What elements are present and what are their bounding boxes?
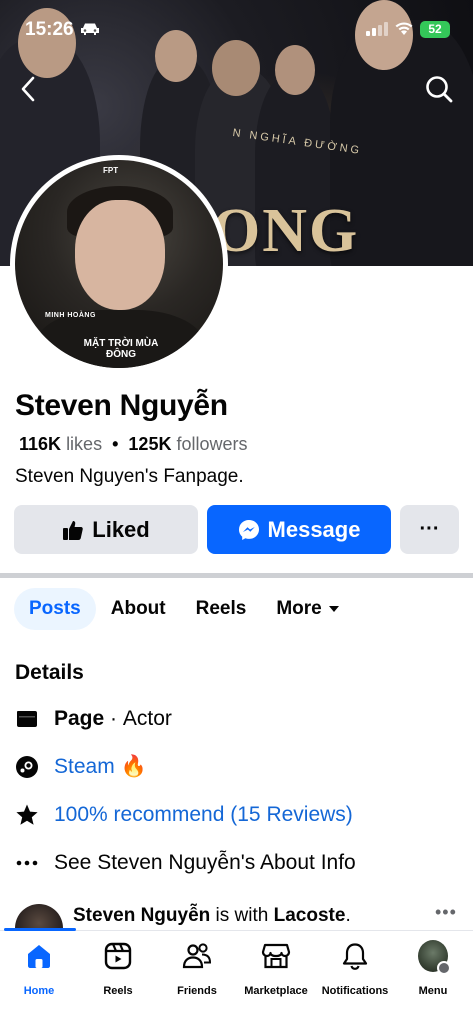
page-label: Page <box>54 707 105 730</box>
signal-icon <box>366 22 388 36</box>
post-header: Steven Nguyễn is with Lacoste. <box>73 905 351 927</box>
friends-icon <box>182 941 212 971</box>
more-options-icon: ··· <box>419 518 440 540</box>
nav-marketplace[interactable]: Marketplace <box>236 941 316 997</box>
profile-picture[interactable]: FPT MINH HOÀNG MẶT TRỜI MÙA ĐÔNG <box>10 155 228 373</box>
home-icon <box>24 941 54 971</box>
section-divider <box>0 573 473 578</box>
nav-label: Notifications <box>321 985 389 997</box>
stats-bullet: • <box>112 434 119 454</box>
nav-label: Friends <box>177 985 217 997</box>
nav-label: Menu <box>418 985 448 997</box>
tab-label: Reels <box>195 598 247 619</box>
thumbs-up-icon <box>63 520 84 540</box>
detail-steam[interactable]: Steam 🔥 <box>15 755 147 779</box>
nav-reels[interactable]: Reels <box>78 941 158 997</box>
menu-avatar-icon <box>418 940 451 975</box>
battery-indicator: 52 <box>420 21 450 38</box>
detail-recommend[interactable]: 100% recommend (15 Reviews) <box>15 803 353 827</box>
post-tagged[interactable]: Lacoste <box>274 905 346 926</box>
post-author[interactable]: Steven Nguyễn <box>73 905 210 926</box>
nav-notifications[interactable]: Notifications <box>315 941 395 997</box>
caret-down-icon <box>328 606 339 612</box>
active-tab-indicator <box>4 928 76 931</box>
messenger-icon <box>238 519 259 540</box>
liked-label: Liked <box>92 516 150 542</box>
tab-label: About <box>110 598 166 619</box>
tab-about[interactable]: About <box>96 588 181 630</box>
nav-label: Home <box>23 985 55 997</box>
tab-reels[interactable]: Reels <box>181 588 262 630</box>
avatar-caption-name: MINH HOÀNG <box>45 312 96 319</box>
recommend-link[interactable]: 100% recommend (15 Reviews) <box>54 803 353 827</box>
steam-link[interactable]: Steam 🔥 <box>54 755 147 779</box>
menu-badge-icon <box>437 961 451 975</box>
bell-icon <box>340 941 370 971</box>
detail-page-category: Page · Actor <box>15 707 172 731</box>
chevron-left-icon <box>21 76 35 102</box>
nav-menu[interactable]: Menu <box>393 940 473 997</box>
avatar[interactable] <box>15 904 63 930</box>
profile-tabs: Posts About Reels More <box>14 587 355 631</box>
reels-icon <box>103 941 133 971</box>
about-info-label: See Steven Nguyễn's About Info <box>54 851 356 874</box>
liked-button[interactable]: Liked <box>14 505 198 554</box>
page-stats: 116K likes • 125K followers <box>19 434 248 455</box>
message-button[interactable]: Message <box>207 505 391 554</box>
avatar-brand-text: FPT <box>103 166 119 175</box>
nav-home[interactable]: Home <box>0 941 79 997</box>
steam-icon <box>15 755 39 779</box>
bottom-nav: Home Reels Friends Marketplace Notificat… <box>0 928 473 1024</box>
nav-label: Marketplace <box>244 985 308 997</box>
page-flag-icon <box>15 707 39 731</box>
search-icon <box>426 76 453 103</box>
nav-label: Reels <box>103 985 133 997</box>
nav-friends[interactable]: Friends <box>157 941 237 997</box>
star-icon <box>15 803 39 827</box>
detail-about-info[interactable]: See Steven Nguyễn's About Info <box>15 851 356 875</box>
page-title: Steven Nguyễn <box>15 389 228 422</box>
avatar-caption-title: MẶT TRỜI MÙA ĐÔNG <box>83 338 159 360</box>
page-separator: · <box>104 707 123 730</box>
wifi-icon <box>395 22 413 35</box>
likes-count: 116K <box>19 434 62 454</box>
post-more-button[interactable]: ••• <box>435 902 457 923</box>
followers-label: followers <box>176 434 248 454</box>
tab-posts[interactable]: Posts <box>14 588 96 630</box>
followers-count: 125K <box>128 434 172 454</box>
tab-label: More <box>276 598 322 619</box>
likes-label: likes <box>66 434 103 454</box>
marketplace-icon <box>261 941 291 971</box>
search-button[interactable] <box>424 74 454 104</box>
post-end: . <box>345 905 351 926</box>
car-icon <box>81 23 99 35</box>
details-heading: Details <box>15 661 84 684</box>
post-connector: is with <box>210 905 274 926</box>
tab-more[interactable]: More <box>261 588 354 630</box>
status-time: 15:26 <box>25 19 74 40</box>
post-preview[interactable]: Steven Nguyễn is with Lacoste. ••• <box>15 900 473 930</box>
page-category: Actor <box>122 707 172 730</box>
page-bio: Steven Nguyen's Fanpage. <box>15 466 244 487</box>
tab-label: Posts <box>29 598 81 619</box>
message-label: Message <box>267 516 361 542</box>
cover-title: ONG <box>212 197 360 265</box>
more-horizontal-icon <box>15 851 39 875</box>
back-button[interactable] <box>14 74 44 104</box>
more-options-button[interactable]: ··· <box>400 505 459 554</box>
status-bar: 15:26 52 <box>0 0 473 56</box>
